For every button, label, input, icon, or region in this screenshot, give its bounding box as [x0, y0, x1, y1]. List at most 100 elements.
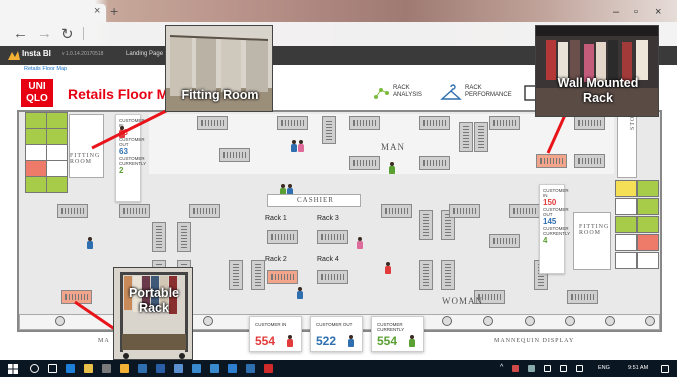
pdf-icon[interactable]: [264, 364, 273, 373]
rack-hot[interactable]: [61, 290, 92, 304]
right-customer-counter[interactable]: CUSTOMER IN 150 CUSTOMER OUT 145 CUSTOME…: [539, 184, 570, 274]
rack-2[interactable]: [267, 270, 298, 284]
close-window-icon[interactable]: ×: [655, 6, 661, 18]
rack[interactable]: [177, 222, 191, 252]
windows-start-icon[interactable]: [8, 364, 18, 374]
tray-chevron-icon[interactable]: ^: [500, 364, 503, 371]
rack[interactable]: [419, 116, 450, 130]
task-view-icon[interactable]: [48, 364, 57, 373]
fitting-stall[interactable]: [25, 112, 47, 129]
rack[interactable]: [474, 122, 488, 152]
rack[interactable]: [419, 260, 433, 290]
rack[interactable]: [489, 234, 520, 248]
fitting-stall[interactable]: [615, 252, 637, 269]
rack-2-label: Rack 2: [265, 256, 287, 263]
file-explorer-icon[interactable]: [84, 364, 93, 373]
tray-icon[interactable]: [528, 365, 535, 372]
nav-landing-page[interactable]: Landing Page: [126, 51, 163, 57]
rack-performance-button[interactable]: RACK PERFORMANCE: [465, 85, 512, 99]
app-icon[interactable]: [246, 364, 255, 373]
fitting-stall[interactable]: [637, 216, 659, 233]
rack[interactable]: [489, 116, 520, 130]
reload-icon[interactable]: ↻: [61, 25, 74, 43]
fitting-stall[interactable]: [615, 198, 637, 215]
rack[interactable]: [574, 116, 605, 130]
app-icon[interactable]: [210, 364, 219, 373]
edge-icon[interactable]: [66, 364, 75, 373]
fitting-stall[interactable]: [25, 128, 47, 145]
rack-3[interactable]: [317, 230, 348, 244]
new-tab-icon[interactable]: +: [110, 3, 118, 19]
rack[interactable]: [509, 204, 540, 218]
fitting-stall[interactable]: [637, 198, 659, 215]
hanger-icon[interactable]: [440, 83, 462, 103]
rack-analysis-button[interactable]: RACK ANALYSIS: [393, 85, 422, 99]
rack[interactable]: [381, 204, 412, 218]
rack[interactable]: [441, 260, 455, 290]
rack[interactable]: [251, 260, 265, 290]
browser-tab[interactable]: [0, 4, 106, 22]
rack-4[interactable]: [317, 270, 348, 284]
word-icon[interactable]: [156, 364, 165, 373]
fitting-stall[interactable]: [25, 144, 47, 161]
app-icon[interactable]: [138, 364, 147, 373]
fitting-stall[interactable]: [46, 128, 68, 145]
app-icon[interactable]: [228, 364, 237, 373]
rack[interactable]: [197, 116, 228, 130]
fitting-stall[interactable]: [615, 216, 637, 233]
rack[interactable]: [189, 204, 220, 218]
rack[interactable]: [459, 122, 473, 152]
rack[interactable]: [219, 148, 250, 162]
app-icon[interactable]: [174, 364, 183, 373]
tab-close-icon[interactable]: ×: [94, 5, 100, 17]
notifications-icon[interactable]: [661, 365, 669, 373]
rack[interactable]: [322, 116, 336, 144]
stat-card-customer-out[interactable]: CUSTOMER OUT 522: [310, 316, 363, 352]
stat-card-customer-in[interactable]: CUSTOMER IN 554: [249, 316, 302, 352]
chrome-icon[interactable]: [120, 364, 129, 373]
taskbar-clock[interactable]: 9:51 AM: [628, 365, 648, 371]
rack-1[interactable]: [267, 230, 298, 244]
customer-figure: [348, 335, 354, 347]
rack-analysis-icon[interactable]: [372, 84, 390, 102]
fitting-stall[interactable]: [46, 160, 68, 177]
rack[interactable]: [349, 156, 380, 170]
fitting-stall[interactable]: [25, 176, 47, 193]
app-icon[interactable]: [192, 364, 201, 373]
fitting-stall[interactable]: [615, 234, 637, 251]
rack[interactable]: [57, 204, 88, 218]
volume-icon[interactable]: [560, 365, 567, 372]
fitting-stall[interactable]: [46, 176, 68, 193]
maximize-icon[interactable]: ▫: [634, 6, 638, 18]
rack[interactable]: [419, 210, 433, 240]
fitting-stall[interactable]: [637, 180, 659, 197]
rack[interactable]: [229, 260, 243, 290]
forward-icon[interactable]: →: [37, 25, 52, 42]
fitting-stall[interactable]: [25, 160, 47, 177]
fitting-stall[interactable]: [615, 180, 637, 197]
fitting-stall[interactable]: [637, 234, 659, 251]
rack[interactable]: [349, 116, 380, 130]
language-indicator[interactable]: ENG: [598, 365, 610, 371]
search-icon[interactable]: [30, 364, 39, 373]
rack[interactable]: [419, 156, 450, 170]
rack-1-label: Rack 1: [265, 215, 287, 222]
keyboard-icon[interactable]: [576, 365, 583, 372]
rack[interactable]: [277, 116, 308, 130]
stat-card-customer-currently[interactable]: CUSTOMER CURRENTLY 554: [371, 316, 424, 352]
rack[interactable]: [119, 204, 150, 218]
tray-icon[interactable]: [512, 365, 519, 372]
rack-hot[interactable]: [536, 154, 567, 168]
minimize-icon[interactable]: –: [613, 6, 619, 18]
fitting-stall[interactable]: [46, 112, 68, 129]
battery-icon[interactable]: [544, 365, 551, 372]
store-icon[interactable]: [102, 364, 111, 373]
rack[interactable]: [567, 290, 598, 304]
fitting-stall[interactable]: [637, 252, 659, 269]
back-icon[interactable]: ←: [13, 25, 28, 42]
fitting-stall[interactable]: [46, 144, 68, 161]
rack[interactable]: [449, 204, 480, 218]
breadcrumb[interactable]: Retails Floor Map: [24, 66, 67, 72]
rack[interactable]: [152, 222, 166, 252]
rack[interactable]: [574, 154, 605, 168]
